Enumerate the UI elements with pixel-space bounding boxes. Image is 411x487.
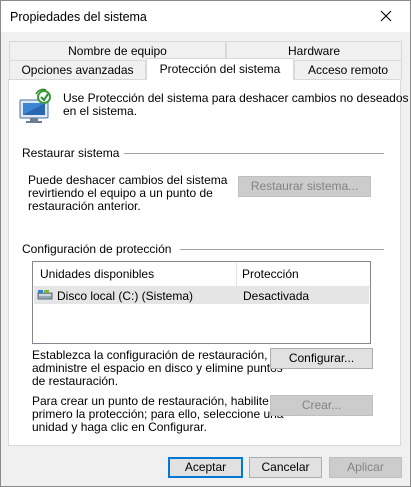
system-restore-button[interactable]: Restaurar sistema... xyxy=(238,176,371,197)
configure-desc-line-3: de restauración. xyxy=(32,374,119,388)
protection-group-divider xyxy=(180,249,384,250)
accept-button[interactable]: Aceptar xyxy=(168,457,243,478)
drives-list-header: Unidades disponibles Protección xyxy=(33,262,370,287)
drive-row[interactable]: Disco local (C:) (Sistema) Desactivada xyxy=(34,287,369,304)
column-protection[interactable]: Protección xyxy=(242,267,299,281)
tab-remote-access[interactable]: Acceso remoto xyxy=(294,60,402,79)
protection-group-title: Configuración de protección xyxy=(22,242,176,256)
intro-line-2: en el sistema. xyxy=(63,104,138,118)
configure-description: Establezca la configuración de restaurac… xyxy=(32,349,283,388)
intro-text: Use Protección del sistema para deshacer… xyxy=(63,92,409,118)
title-bar: Propiedades del sistema xyxy=(1,1,410,32)
column-available-drives[interactable]: Unidades disponibles xyxy=(40,267,154,281)
cancel-button[interactable]: Cancelar xyxy=(249,457,322,478)
create-desc-line-3: unidad y haga clic en Configurar. xyxy=(32,420,207,434)
system-protection-icon xyxy=(16,88,56,124)
drive-name: Disco local (C:) (Sistema) xyxy=(57,289,194,303)
restore-description: Puede deshacer cambios del sistema revir… xyxy=(28,174,227,213)
create-button[interactable]: Crear... xyxy=(270,395,373,416)
apply-button[interactable]: Aplicar xyxy=(329,457,402,478)
column-separator xyxy=(236,262,237,286)
drives-list[interactable]: Unidades disponibles Protección Disco lo… xyxy=(32,261,371,344)
close-icon xyxy=(380,10,392,22)
drive-protection-status: Desactivada xyxy=(243,289,310,303)
restore-desc-line-3: restauración anterior. xyxy=(28,199,141,213)
drive-icon xyxy=(37,290,53,304)
tab-system-protection[interactable]: Protección del sistema xyxy=(146,58,294,80)
restore-group-title: Restaurar sistema xyxy=(22,146,124,160)
create-description: Para crear un punto de restauración, hab… xyxy=(32,395,283,434)
tab-advanced-options[interactable]: Opciones avanzadas xyxy=(9,60,146,79)
restore-group-divider xyxy=(124,153,384,154)
window-title: Propiedades del sistema xyxy=(10,10,147,24)
close-button[interactable] xyxy=(364,1,410,32)
configure-button[interactable]: Configurar... xyxy=(270,348,373,369)
